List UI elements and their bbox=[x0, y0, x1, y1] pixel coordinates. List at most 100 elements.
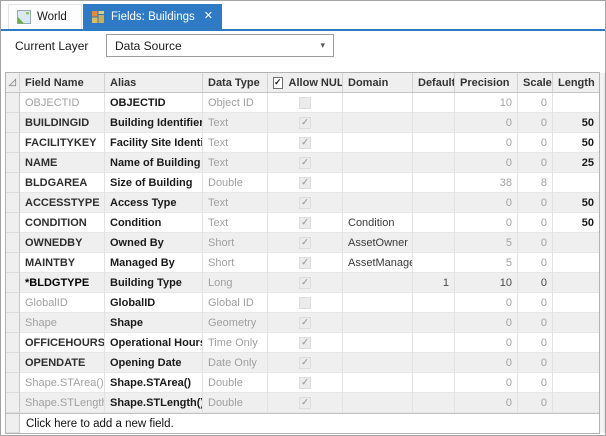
default-cell[interactable] bbox=[413, 133, 455, 153]
field-name-cell[interactable]: Shape bbox=[20, 313, 105, 333]
domain-cell[interactable]: Condition bbox=[343, 213, 413, 233]
default-cell[interactable] bbox=[413, 313, 455, 333]
allow-null-header-checkbox[interactable]: ✓ bbox=[273, 77, 283, 89]
table-row[interactable]: OPENDATEOpening DateDate Only✓00 bbox=[6, 353, 599, 373]
data-type-cell[interactable]: Text bbox=[203, 133, 268, 153]
row-selector[interactable] bbox=[6, 133, 20, 153]
data-type-cell[interactable]: Double bbox=[203, 373, 268, 393]
allow-null-checkbox[interactable]: ✓ bbox=[299, 117, 311, 129]
scale-cell[interactable]: 0 bbox=[518, 273, 553, 293]
data-type-cell[interactable]: Text bbox=[203, 193, 268, 213]
field-name-cell[interactable]: Shape.STArea() bbox=[20, 373, 105, 393]
col-header-data-type[interactable]: Data Type bbox=[203, 73, 268, 92]
default-cell[interactable] bbox=[413, 373, 455, 393]
allow-null-cell[interactable]: ✓ bbox=[268, 133, 343, 153]
allow-null-cell[interactable]: ✓ bbox=[268, 353, 343, 373]
alias-cell[interactable]: Building Identifier bbox=[105, 113, 203, 133]
allow-null-cell[interactable]: ✓ bbox=[268, 393, 343, 413]
precision-cell[interactable]: 0 bbox=[455, 193, 518, 213]
row-selector[interactable] bbox=[6, 193, 20, 213]
default-cell[interactable] bbox=[413, 333, 455, 353]
length-cell[interactable] bbox=[553, 273, 599, 293]
data-type-cell[interactable]: Double bbox=[203, 393, 268, 413]
allow-null-cell[interactable]: ✓ bbox=[268, 113, 343, 133]
row-selector[interactable] bbox=[6, 273, 20, 293]
row-selector[interactable] bbox=[6, 333, 20, 353]
field-name-cell[interactable]: CONDITION bbox=[20, 213, 105, 233]
data-type-cell[interactable]: Geometry bbox=[203, 313, 268, 333]
field-name-cell[interactable]: NAME bbox=[20, 153, 105, 173]
scale-cell[interactable]: 0 bbox=[518, 373, 553, 393]
data-type-cell[interactable]: Object ID bbox=[203, 93, 268, 113]
alias-cell[interactable]: Shape bbox=[105, 313, 203, 333]
data-type-cell[interactable]: Global ID bbox=[203, 293, 268, 313]
scale-cell[interactable]: 0 bbox=[518, 293, 553, 313]
col-header-alias[interactable]: Alias bbox=[105, 73, 203, 92]
length-cell[interactable] bbox=[553, 333, 599, 353]
allow-null-cell[interactable]: ✓ bbox=[268, 253, 343, 273]
domain-cell[interactable] bbox=[343, 113, 413, 133]
row-selector[interactable] bbox=[6, 233, 20, 253]
allow-null-cell[interactable]: ✓ bbox=[268, 273, 343, 293]
domain-cell[interactable] bbox=[343, 293, 413, 313]
allow-null-checkbox[interactable]: ✓ bbox=[299, 357, 311, 369]
table-row[interactable]: OBJECTIDOBJECTIDObject ID100 bbox=[6, 93, 599, 113]
length-cell[interactable]: 50 bbox=[553, 113, 599, 133]
precision-cell[interactable]: 10 bbox=[455, 273, 518, 293]
domain-cell[interactable] bbox=[343, 93, 413, 113]
allow-null-checkbox[interactable]: ✓ bbox=[299, 377, 311, 389]
field-name-cell[interactable]: Shape.STLength() bbox=[20, 393, 105, 413]
col-header-allow-null[interactable]: ✓ Allow NULL bbox=[268, 73, 343, 92]
allow-null-cell[interactable]: ✓ bbox=[268, 233, 343, 253]
alias-cell[interactable]: OBJECTID bbox=[105, 93, 203, 113]
default-cell[interactable] bbox=[413, 393, 455, 413]
length-cell[interactable]: 50 bbox=[553, 213, 599, 233]
allow-null-cell[interactable] bbox=[268, 293, 343, 313]
field-name-cell[interactable]: BUILDINGID bbox=[20, 113, 105, 133]
table-row[interactable]: OWNEDBYOwned ByShort✓AssetOwner50 bbox=[6, 233, 599, 253]
scale-cell[interactable]: 0 bbox=[518, 133, 553, 153]
precision-cell[interactable]: 0 bbox=[455, 393, 518, 413]
allow-null-checkbox[interactable]: ✓ bbox=[299, 317, 311, 329]
select-all-corner[interactable] bbox=[6, 73, 20, 92]
scale-cell[interactable]: 0 bbox=[518, 353, 553, 373]
scale-cell[interactable]: 0 bbox=[518, 93, 553, 113]
col-header-scale[interactable]: Scale bbox=[518, 73, 553, 92]
precision-cell[interactable]: 0 bbox=[455, 133, 518, 153]
alias-cell[interactable]: Building Type bbox=[105, 273, 203, 293]
col-header-field-name[interactable]: Field Name bbox=[20, 73, 105, 92]
add-field-row[interactable]: Click here to add a new field. bbox=[6, 413, 599, 433]
allow-null-cell[interactable]: ✓ bbox=[268, 173, 343, 193]
allow-null-cell[interactable]: ✓ bbox=[268, 153, 343, 173]
length-cell[interactable] bbox=[553, 253, 599, 273]
default-cell[interactable] bbox=[413, 293, 455, 313]
table-row[interactable]: NAMEName of BuildingText✓0025 bbox=[6, 153, 599, 173]
scale-cell[interactable]: 0 bbox=[518, 113, 553, 133]
scale-cell[interactable]: 0 bbox=[518, 153, 553, 173]
row-selector[interactable] bbox=[6, 173, 20, 193]
allow-null-checkbox[interactable]: ✓ bbox=[299, 337, 311, 349]
length-cell[interactable]: 50 bbox=[553, 133, 599, 153]
length-cell[interactable]: 25 bbox=[553, 153, 599, 173]
table-row[interactable]: CONDITIONConditionText✓Condition0050 bbox=[6, 213, 599, 233]
tab-fields-buildings[interactable]: Fields: Buildings ✕ bbox=[83, 4, 222, 29]
alias-cell[interactable]: GlobalID bbox=[105, 293, 203, 313]
allow-null-checkbox[interactable] bbox=[299, 97, 311, 109]
table-row[interactable]: FACILITYKEYFacility Site IdentifierText✓… bbox=[6, 133, 599, 153]
domain-cell[interactable] bbox=[343, 173, 413, 193]
add-field-label[interactable]: Click here to add a new field. bbox=[20, 414, 599, 433]
table-row[interactable]: BUILDINGIDBuilding IdentifierText✓0050 bbox=[6, 113, 599, 133]
row-selector[interactable] bbox=[6, 113, 20, 133]
domain-cell[interactable] bbox=[343, 133, 413, 153]
field-name-cell[interactable]: OWNEDBY bbox=[20, 233, 105, 253]
field-name-cell[interactable]: GlobalID bbox=[20, 293, 105, 313]
data-type-cell[interactable]: Time Only bbox=[203, 333, 268, 353]
allow-null-cell[interactable]: ✓ bbox=[268, 213, 343, 233]
data-type-cell[interactable]: Short bbox=[203, 253, 268, 273]
length-cell[interactable] bbox=[553, 393, 599, 413]
row-selector[interactable] bbox=[6, 373, 20, 393]
default-cell[interactable] bbox=[413, 213, 455, 233]
col-header-domain[interactable]: Domain bbox=[343, 73, 413, 92]
alias-cell[interactable]: Managed By bbox=[105, 253, 203, 273]
field-name-cell[interactable]: FACILITYKEY bbox=[20, 133, 105, 153]
